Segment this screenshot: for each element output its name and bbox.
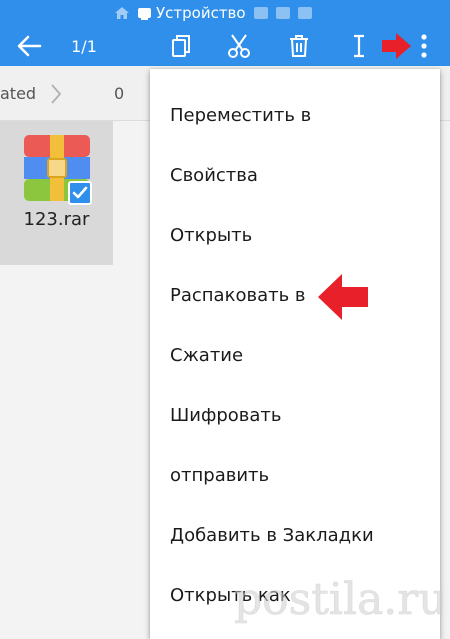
print-icon (275, 7, 290, 19)
watermark-logo: postila.ru (234, 574, 442, 626)
menu-item-open[interactable]: Открыть (150, 205, 440, 265)
arrow-left-icon (17, 35, 42, 57)
status-bar-center: Устройство (114, 2, 312, 24)
cut-button[interactable] (222, 26, 256, 66)
overflow-menu: Переместить в Свойства Открыть Распакова… (150, 69, 440, 639)
menu-item-add-bookmark[interactable]: Добавить в Закладки (150, 505, 440, 565)
watermark-text: postila.ru (234, 574, 442, 625)
scissors-icon (228, 34, 250, 58)
copy-icon (172, 35, 190, 57)
file-tile-selected[interactable]: 123.rar (0, 121, 113, 265)
back-button[interactable] (12, 26, 46, 66)
action-toolbar: 1/1 (0, 26, 450, 66)
red-arrow-left-icon (318, 274, 368, 320)
menu-item-properties[interactable]: Свойства (150, 145, 440, 205)
screen-icon (297, 7, 312, 19)
delete-button[interactable] (282, 26, 316, 66)
checkbox-checked-icon[interactable] (68, 181, 92, 205)
status-bar: Устройство (0, 0, 450, 26)
menu-item-move-to[interactable]: Переместить в (150, 85, 440, 145)
breadcrumb-item-left[interactable]: ated (0, 84, 36, 103)
more-options-button[interactable] (412, 26, 436, 66)
trash-icon (290, 35, 308, 57)
rename-button[interactable] (346, 26, 372, 66)
file-name: 123.rar (23, 209, 90, 230)
device-title[interactable]: Устройство (138, 3, 246, 23)
drive-icon (138, 8, 151, 20)
more-vert-icon (421, 34, 427, 58)
copy-button[interactable] (164, 26, 198, 66)
chevron-right-icon (51, 84, 62, 104)
breadcrumb-item-right[interactable]: 0 (114, 84, 124, 103)
pointer-arrow (378, 26, 414, 66)
menu-item-extract-to[interactable]: Распаковать в (150, 265, 440, 325)
message-icon (253, 7, 268, 19)
home-icon (115, 7, 129, 19)
red-arrow-right-icon (382, 33, 411, 59)
menu-item-encrypt[interactable]: Шифровать (150, 385, 440, 445)
menu-item-compress[interactable]: Сжатие (150, 325, 440, 385)
menu-item-send[interactable]: отправить (150, 445, 440, 505)
device-title-label: Устройство (156, 4, 246, 22)
text-cursor-icon (354, 34, 364, 58)
selection-count: 1/1 (71, 36, 97, 56)
